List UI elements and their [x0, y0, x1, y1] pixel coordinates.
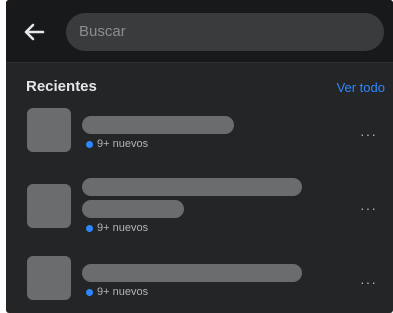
dot-icon [86, 288, 93, 296]
more-options-icon[interactable]: ··· [360, 274, 377, 290]
badge-label: 9+ nuevos [97, 222, 149, 234]
subtitle-placeholder-bar [82, 200, 184, 218]
dot-icon [86, 140, 93, 148]
list-item[interactable]: 9+ nuevos ··· [6, 256, 393, 306]
title-placeholder-bar [82, 116, 234, 134]
search-input[interactable]: Buscar [66, 13, 384, 51]
title-placeholder-bar [82, 264, 302, 282]
badge-label: 9+ nuevos [97, 138, 149, 150]
new-badge: 9+ nuevos [86, 286, 148, 298]
dot-icon [86, 224, 93, 232]
divider [6, 62, 393, 63]
list-item[interactable]: 9+ nuevos ··· [6, 178, 393, 238]
new-badge: 9+ nuevos [86, 138, 148, 150]
more-options-icon[interactable]: ··· [360, 126, 377, 142]
section-title: Recientes [26, 78, 97, 95]
more-options-icon[interactable]: ··· [360, 200, 377, 216]
back-arrow-icon[interactable] [20, 18, 48, 46]
screen: Buscar Recientes Ver todo 9+ nuevos ··· … [6, 0, 393, 313]
new-badge: 9+ nuevos [86, 222, 148, 234]
thumbnail [27, 108, 71, 152]
thumbnail [27, 184, 71, 228]
title-placeholder-bar [82, 178, 302, 196]
thumbnail [27, 256, 71, 300]
badge-label: 9+ nuevos [97, 286, 149, 298]
see-all-link[interactable]: Ver todo [337, 80, 385, 95]
top-bar: Buscar [6, 0, 393, 62]
list-item[interactable]: 9+ nuevos ··· [6, 108, 393, 158]
